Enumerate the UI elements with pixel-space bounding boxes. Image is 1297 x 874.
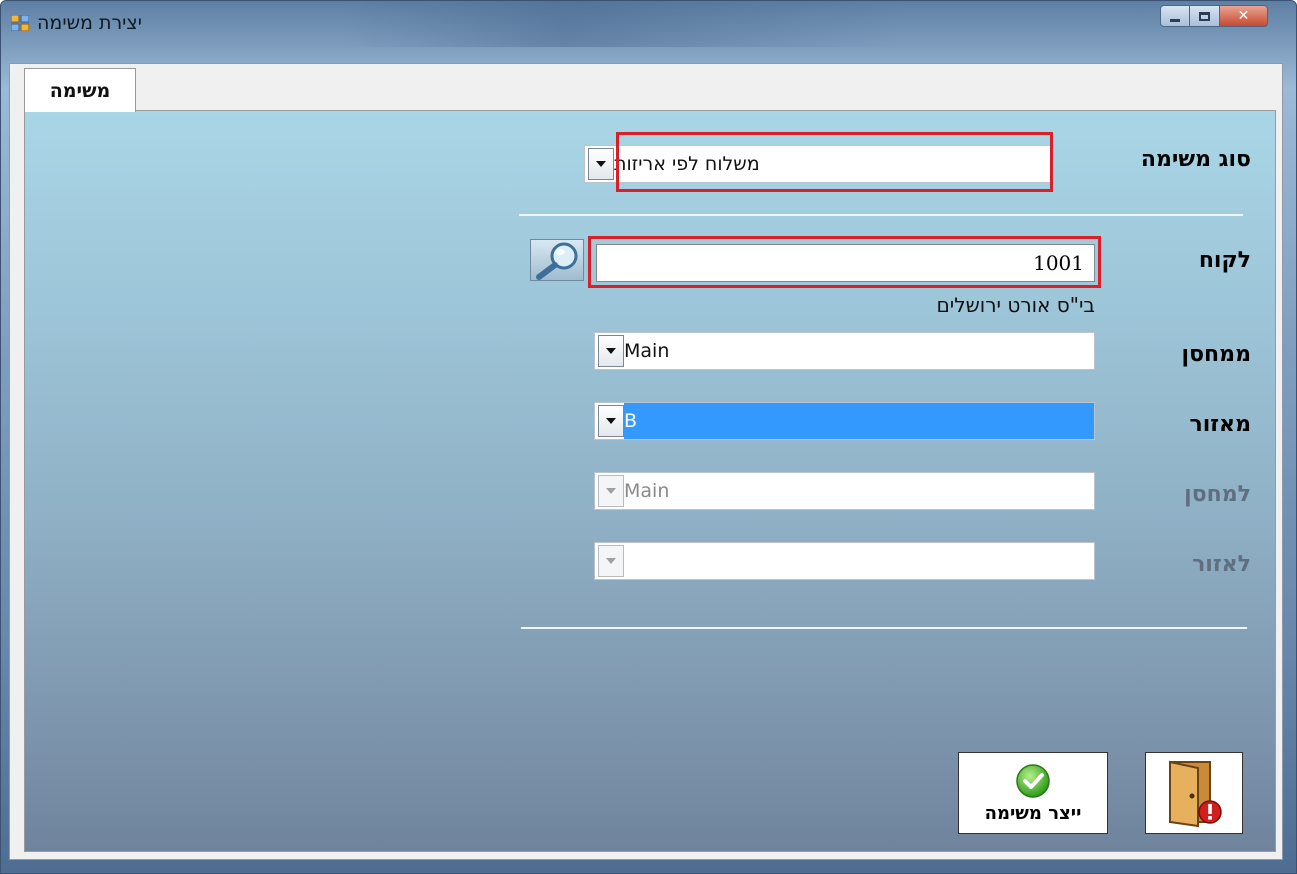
chevron-down-icon xyxy=(606,348,616,354)
task-panel: סוג משימה משלוח לפי אריזות לקוח 1001 בי"… xyxy=(24,110,1276,852)
customer-search-button[interactable] xyxy=(530,239,584,281)
chevron-down-icon xyxy=(606,488,616,494)
tab-strip xyxy=(10,64,1282,110)
from-warehouse-value: Main xyxy=(624,340,670,362)
maximize-button[interactable] xyxy=(1190,5,1220,27)
window-title: יצירת משימה xyxy=(37,12,142,34)
to-warehouse-label: למחסן xyxy=(1184,482,1251,507)
to-warehouse-dropdown-button xyxy=(598,475,624,507)
to-warehouse-combo: Main xyxy=(594,472,1095,510)
from-zone-value: B xyxy=(624,403,1094,439)
close-icon: ✕ xyxy=(1237,8,1250,24)
customer-name-text: בי"ס אורט ירושלים xyxy=(936,293,1096,317)
from-warehouse-label: ממחסן xyxy=(1181,342,1251,367)
task-type-label: סוג משימה xyxy=(1140,147,1251,172)
customer-label: לקוח xyxy=(1198,248,1251,273)
magnifier-icon xyxy=(536,242,578,280)
chevron-down-icon xyxy=(606,558,616,564)
chevron-down-icon xyxy=(596,161,606,167)
exit-door-icon xyxy=(1169,760,1222,828)
minimize-icon xyxy=(1170,18,1180,22)
from-warehouse-combo[interactable]: Main xyxy=(594,332,1095,370)
to-zone-label: לאזור xyxy=(1192,552,1251,577)
create-task-button[interactable]: ייצר משימה xyxy=(958,752,1108,834)
chevron-down-icon xyxy=(606,418,616,424)
separator-top xyxy=(519,214,1243,216)
task-type-dropdown-button[interactable] xyxy=(588,148,614,180)
app-window: יצירת משימה ✕ משימה סוג משימה משלוח לפי … xyxy=(0,0,1297,874)
to-zone-value xyxy=(624,543,1094,579)
maximize-icon xyxy=(1199,11,1210,21)
tab-task[interactable]: משימה xyxy=(24,68,136,112)
close-button[interactable]: ✕ xyxy=(1220,5,1268,27)
create-task-label: ייצר משימה xyxy=(984,802,1082,824)
task-type-highlight xyxy=(616,132,1053,192)
from-zone-label: מאזור xyxy=(1189,412,1251,437)
to-warehouse-value: Main xyxy=(624,480,670,502)
green-check-icon xyxy=(1016,763,1050,798)
exit-button[interactable] xyxy=(1145,752,1243,834)
to-zone-combo xyxy=(594,542,1095,580)
caption-buttons: ✕ xyxy=(1160,5,1268,29)
to-zone-dropdown-button xyxy=(598,545,624,577)
customer-highlight xyxy=(588,236,1101,288)
title-bar[interactable]: יצירת משימה ✕ xyxy=(1,1,1296,47)
from-zone-dropdown-button[interactable] xyxy=(598,405,624,437)
from-warehouse-dropdown-button[interactable] xyxy=(598,335,624,367)
minimize-button[interactable] xyxy=(1160,5,1190,27)
client-area: משימה סוג משימה משלוח לפי אריזות לקוח 10… xyxy=(9,63,1283,860)
from-zone-combo[interactable]: B xyxy=(594,402,1095,440)
separator-bottom xyxy=(521,627,1247,629)
app-icon xyxy=(11,15,29,31)
